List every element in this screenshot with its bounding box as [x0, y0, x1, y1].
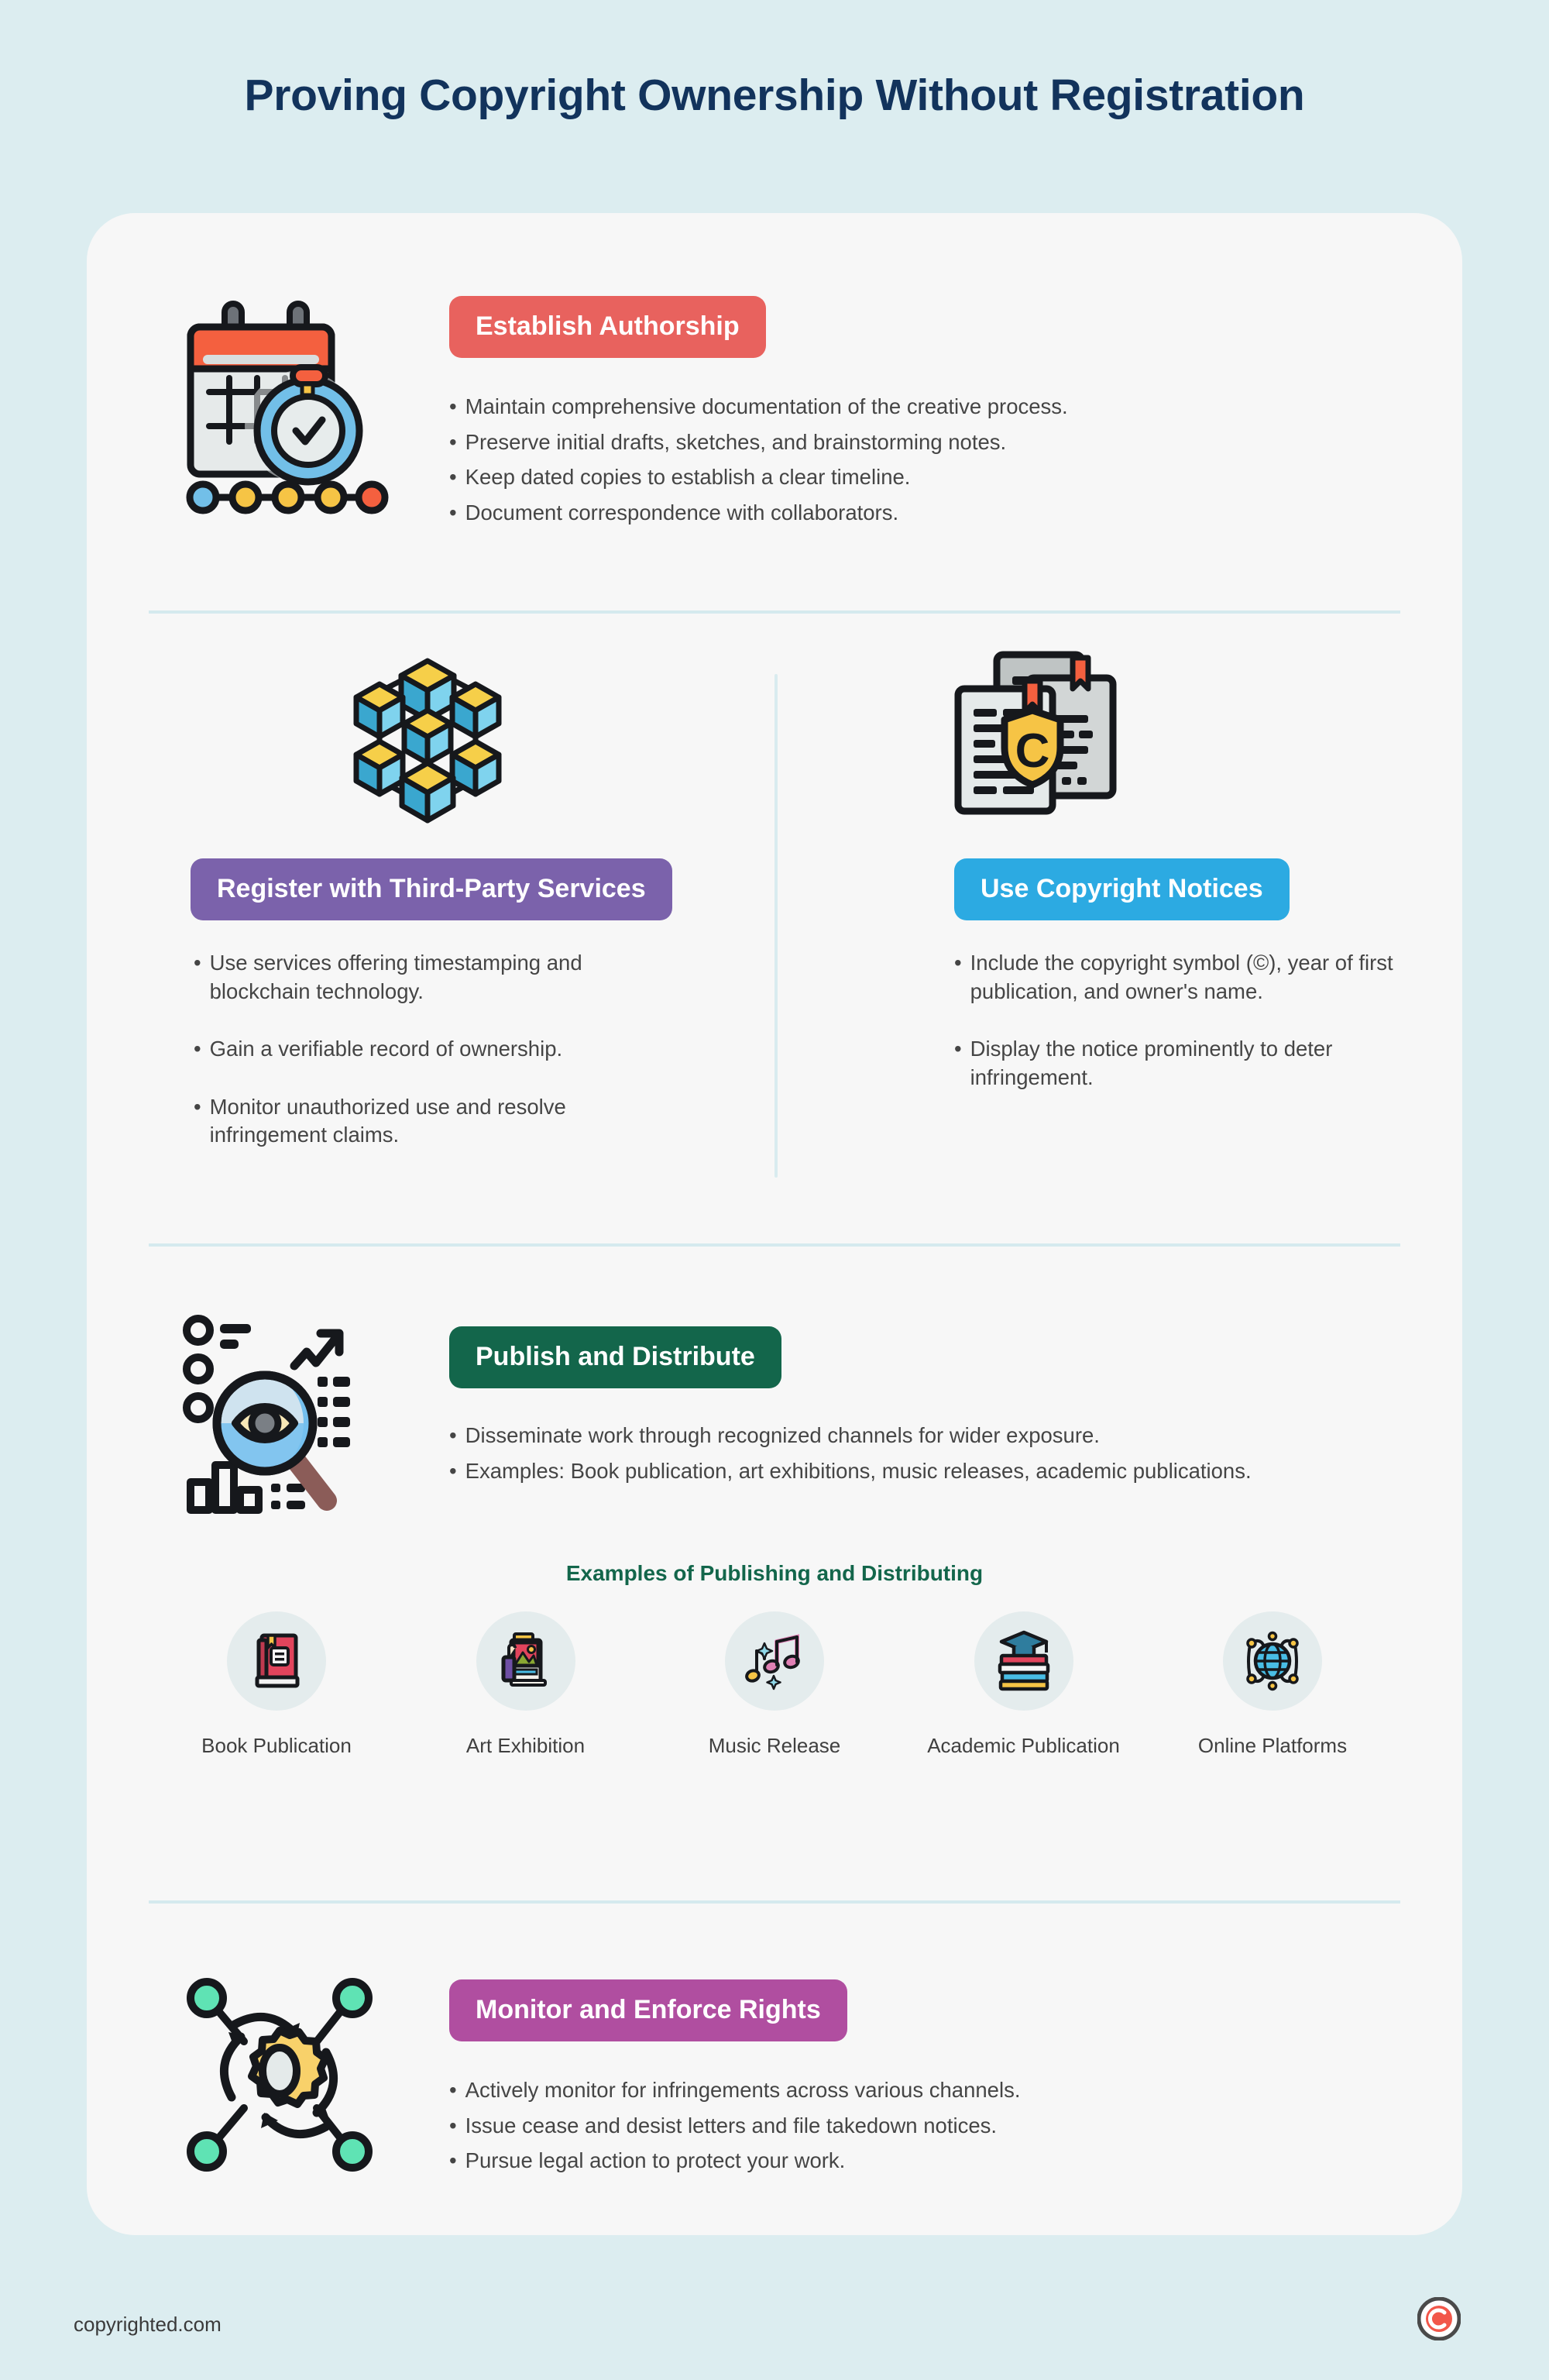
- calendar-stopwatch-timeline-icon: [172, 287, 404, 519]
- example-label: Academic Publication: [927, 1734, 1120, 1757]
- music-notes-icon: [725, 1611, 824, 1711]
- bullet-dot: •: [194, 1037, 201, 1061]
- list-item: • Preserve initial drafts, sketches, and …: [449, 428, 1340, 457]
- bullet-dot: •: [449, 394, 457, 418]
- bullet-dot: •: [194, 1094, 201, 1119]
- list-item: • Gain a verifiable record of ownership.: [194, 1035, 674, 1064]
- list-item: • Document correspondence with collaborat…: [449, 499, 1340, 528]
- page-title: Proving Copyright Ownership Without Regi…: [244, 71, 1305, 120]
- list-item: • Pursue legal action to protect your wor…: [449, 2147, 1363, 2175]
- divider-2: [149, 1243, 1400, 1247]
- bullet-dot: •: [449, 2113, 457, 2138]
- bullets-publish-distribute: • Disseminate work through recognized cha…: [449, 1422, 1363, 1492]
- bullet-dot: •: [449, 1458, 457, 1483]
- list-item: • Examples: Book publication, art exhibit…: [449, 1457, 1363, 1486]
- example-label: Music Release: [708, 1734, 841, 1757]
- graduation-books-icon: [974, 1611, 1073, 1711]
- examples-row: Book Publication Art Exhibition Music Re…: [164, 1611, 1385, 1758]
- blockchain-cubes-icon: [327, 647, 528, 825]
- example-label: Art Exhibition: [465, 1734, 586, 1757]
- pill-publish-distribute[interactable]: Publish and Distribute: [449, 1326, 781, 1388]
- bullet-dot: •: [449, 429, 457, 454]
- bullets-monitor-enforce: • Actively monitor for infringements acro…: [449, 2076, 1363, 2182]
- pill-monitor-enforce[interactable]: Monitor and Enforce Rights: [449, 1979, 847, 2041]
- example-music-release[interactable]: Music Release: [662, 1611, 887, 1758]
- examples-heading: Examples of Publishing and Distributing: [565, 1561, 984, 1585]
- list-item: • Use services offering timestamping and …: [194, 949, 674, 1006]
- divider-3: [149, 1900, 1400, 1904]
- svg-text:C: C: [1015, 724, 1050, 778]
- bullets-use-copyright-notices: • Include the copyright symbol (©), year …: [954, 949, 1434, 1121]
- list-item: • Maintain comprehensive documentation of…: [449, 393, 1340, 421]
- example-label: Book Publication: [201, 1734, 352, 1757]
- bullet-dot: •: [449, 1423, 457, 1447]
- bullet-dot: •: [954, 951, 962, 975]
- list-item: • Disseminate work through recognized cha…: [449, 1422, 1363, 1450]
- art-frame-easel-icon: [476, 1611, 575, 1711]
- pill-use-copyright-notices[interactable]: Use Copyright Notices: [954, 858, 1290, 920]
- footer-site-name[interactable]: copyrighted.com: [74, 2313, 222, 2337]
- content-card: Establish Authorship • Maintain comprehen…: [87, 213, 1462, 2235]
- bullet-dot: •: [449, 465, 457, 490]
- bullet-dot: •: [194, 951, 201, 975]
- list-item: • Issue cease and desist letters and file…: [449, 2112, 1363, 2141]
- example-academic-publication[interactable]: Academic Publication: [912, 1611, 1136, 1758]
- copyrighted-c-logo[interactable]: [1417, 2296, 1461, 2341]
- example-book-publication[interactable]: Book Publication: [164, 1611, 389, 1758]
- list-item: • Monitor unauthorized use and resolve in…: [194, 1093, 674, 1150]
- list-item: • Include the copyright symbol (©), year …: [954, 949, 1434, 1006]
- section-establish-authorship: Establish Authorship • Maintain comprehen…: [87, 213, 1462, 608]
- pill-register-third-party[interactable]: Register with Third-Party Services: [191, 858, 672, 920]
- list-item: • Actively monitor for infringements acro…: [449, 2076, 1363, 2105]
- example-online-platforms[interactable]: Online Platforms: [1160, 1611, 1385, 1758]
- bullet-dot: •: [954, 1037, 962, 1061]
- bullets-register-third-party: • Use services offering timestamping and …: [194, 949, 674, 1179]
- documents-copyright-shield-icon: C: [941, 647, 1135, 825]
- list-item: • Keep dated copies to establish a clear …: [449, 463, 1340, 492]
- example-label: Online Platforms: [1197, 1734, 1348, 1757]
- magnifier-eye-analytics-icon: [180, 1305, 397, 1522]
- bullet-dot: •: [449, 500, 457, 524]
- example-art-exhibition[interactable]: Art Exhibition: [414, 1611, 638, 1758]
- divider-1: [149, 610, 1400, 614]
- red-book-icon: [227, 1611, 326, 1711]
- gear-network-cycle-icon: [184, 1972, 393, 2181]
- bullet-dot: •: [449, 2148, 457, 2173]
- pill-establish-authorship[interactable]: Establish Authorship: [449, 296, 766, 358]
- globe-network-icon: [1223, 1611, 1322, 1711]
- list-item: • Display the notice prominently to deter…: [954, 1035, 1434, 1092]
- divider-vertical: [774, 674, 778, 1178]
- bullets-establish-authorship: • Maintain comprehensive documentation of…: [449, 393, 1340, 534]
- bullet-dot: •: [449, 2078, 457, 2102]
